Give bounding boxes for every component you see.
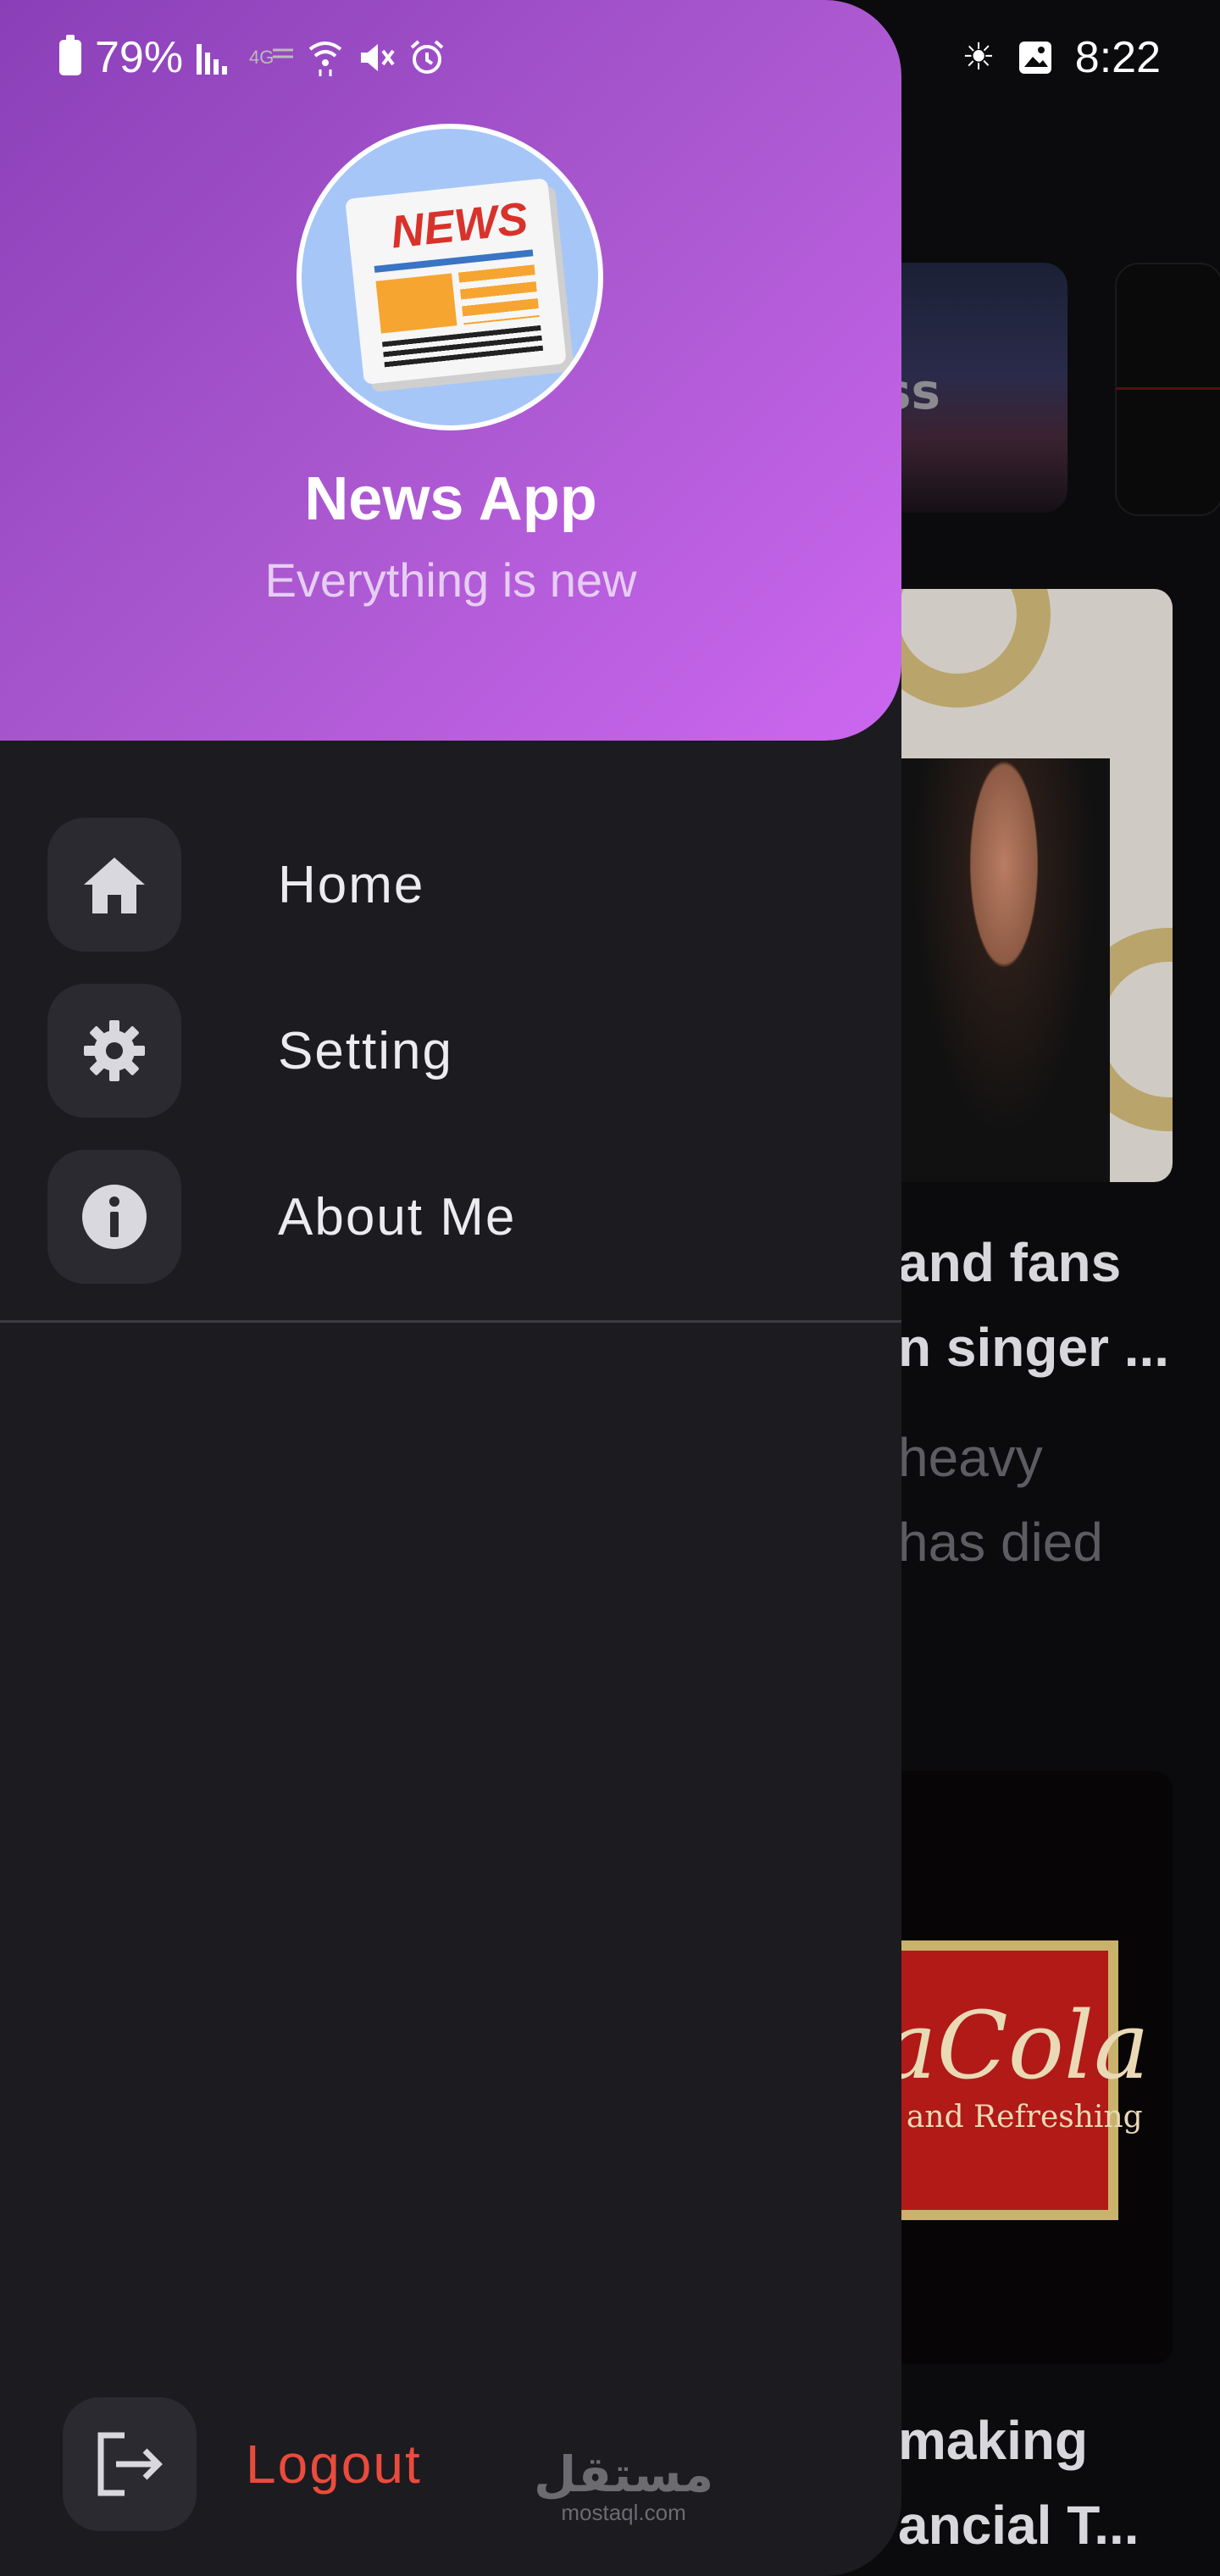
alarm-icon xyxy=(410,40,444,74)
watermark-arabic: مستقل xyxy=(534,2446,714,2503)
battery-icon xyxy=(59,35,81,75)
gear-icon xyxy=(84,1020,145,1081)
menu-item-label: About Me xyxy=(278,1187,517,1246)
home-icon xyxy=(84,858,145,913)
app-logo-avatar: NEWS xyxy=(297,124,603,430)
menu-icon-container xyxy=(63,2397,197,2531)
wifi-icon xyxy=(308,42,342,76)
article-headline-line: ancial T... xyxy=(898,2495,1140,2556)
article-headline-line: and fans xyxy=(898,1232,1122,1293)
mute-icon xyxy=(361,44,395,71)
menu-item-setting[interactable]: Setting xyxy=(47,983,844,1119)
article-headline-line: n singer ... xyxy=(898,1317,1170,1378)
watermark-latin: mostaql.com xyxy=(561,2500,686,2525)
battery-percentage: 79% xyxy=(95,33,184,82)
brightness-icon: ☀ xyxy=(962,36,995,79)
4g-icon: 4G xyxy=(249,47,294,68)
info-icon xyxy=(82,1185,147,1249)
app-title: News App xyxy=(304,465,597,533)
svg-text:4G: 4G xyxy=(249,47,274,68)
status-left: 79% 4G xyxy=(59,32,446,83)
article-summary-line: heavy xyxy=(898,1427,1043,1488)
gallery-icon xyxy=(1018,42,1051,74)
article-summary-line: has died xyxy=(898,1512,1103,1573)
menu-icon-container xyxy=(47,818,181,952)
newspaper-title: NEWS xyxy=(388,192,530,258)
newspaper-icon: NEWS xyxy=(345,178,567,385)
menu-item-label: Setting xyxy=(278,1021,454,1080)
article-text[interactable]: and fans n singer ... heavy has died xyxy=(898,1220,1169,1585)
article-headline-line: making xyxy=(898,2410,1089,2471)
menu-item-home[interactable]: Home xyxy=(47,817,844,952)
status-right: ☀ 8:22 xyxy=(962,32,1161,83)
sign-text: aCola xyxy=(881,1991,1150,2100)
menu-item-label: Home xyxy=(278,855,425,914)
logout-button[interactable]: Logout xyxy=(63,2396,422,2532)
menu-item-about-me[interactable]: About Me xyxy=(47,1149,844,1285)
signal-icon xyxy=(197,44,228,75)
menu-icon-container xyxy=(47,1150,181,1284)
category-card[interactable] xyxy=(1115,263,1220,516)
article-text[interactable]: making ancial T... xyxy=(898,2398,1140,2568)
person-photo xyxy=(898,758,1110,1182)
status-time: 8:22 xyxy=(1074,33,1161,82)
article-image-text: aCola s and Refreshing xyxy=(881,1991,1150,2135)
status-bar: 79% 4G ☀ 8:22 xyxy=(0,0,1220,115)
menu-icon-container xyxy=(47,984,181,1118)
sign-subtext: s and Refreshing xyxy=(881,2100,1143,2135)
app-subtitle: Everything is new xyxy=(264,553,637,607)
logout-icon xyxy=(97,2432,163,2496)
watermark: مستقل mostaql.com xyxy=(534,2449,713,2526)
navigation-drawer: NEWS News App Everything is new Home Set… xyxy=(0,0,901,2576)
logout-label: Logout xyxy=(246,2434,422,2495)
menu-divider xyxy=(0,1320,901,1323)
